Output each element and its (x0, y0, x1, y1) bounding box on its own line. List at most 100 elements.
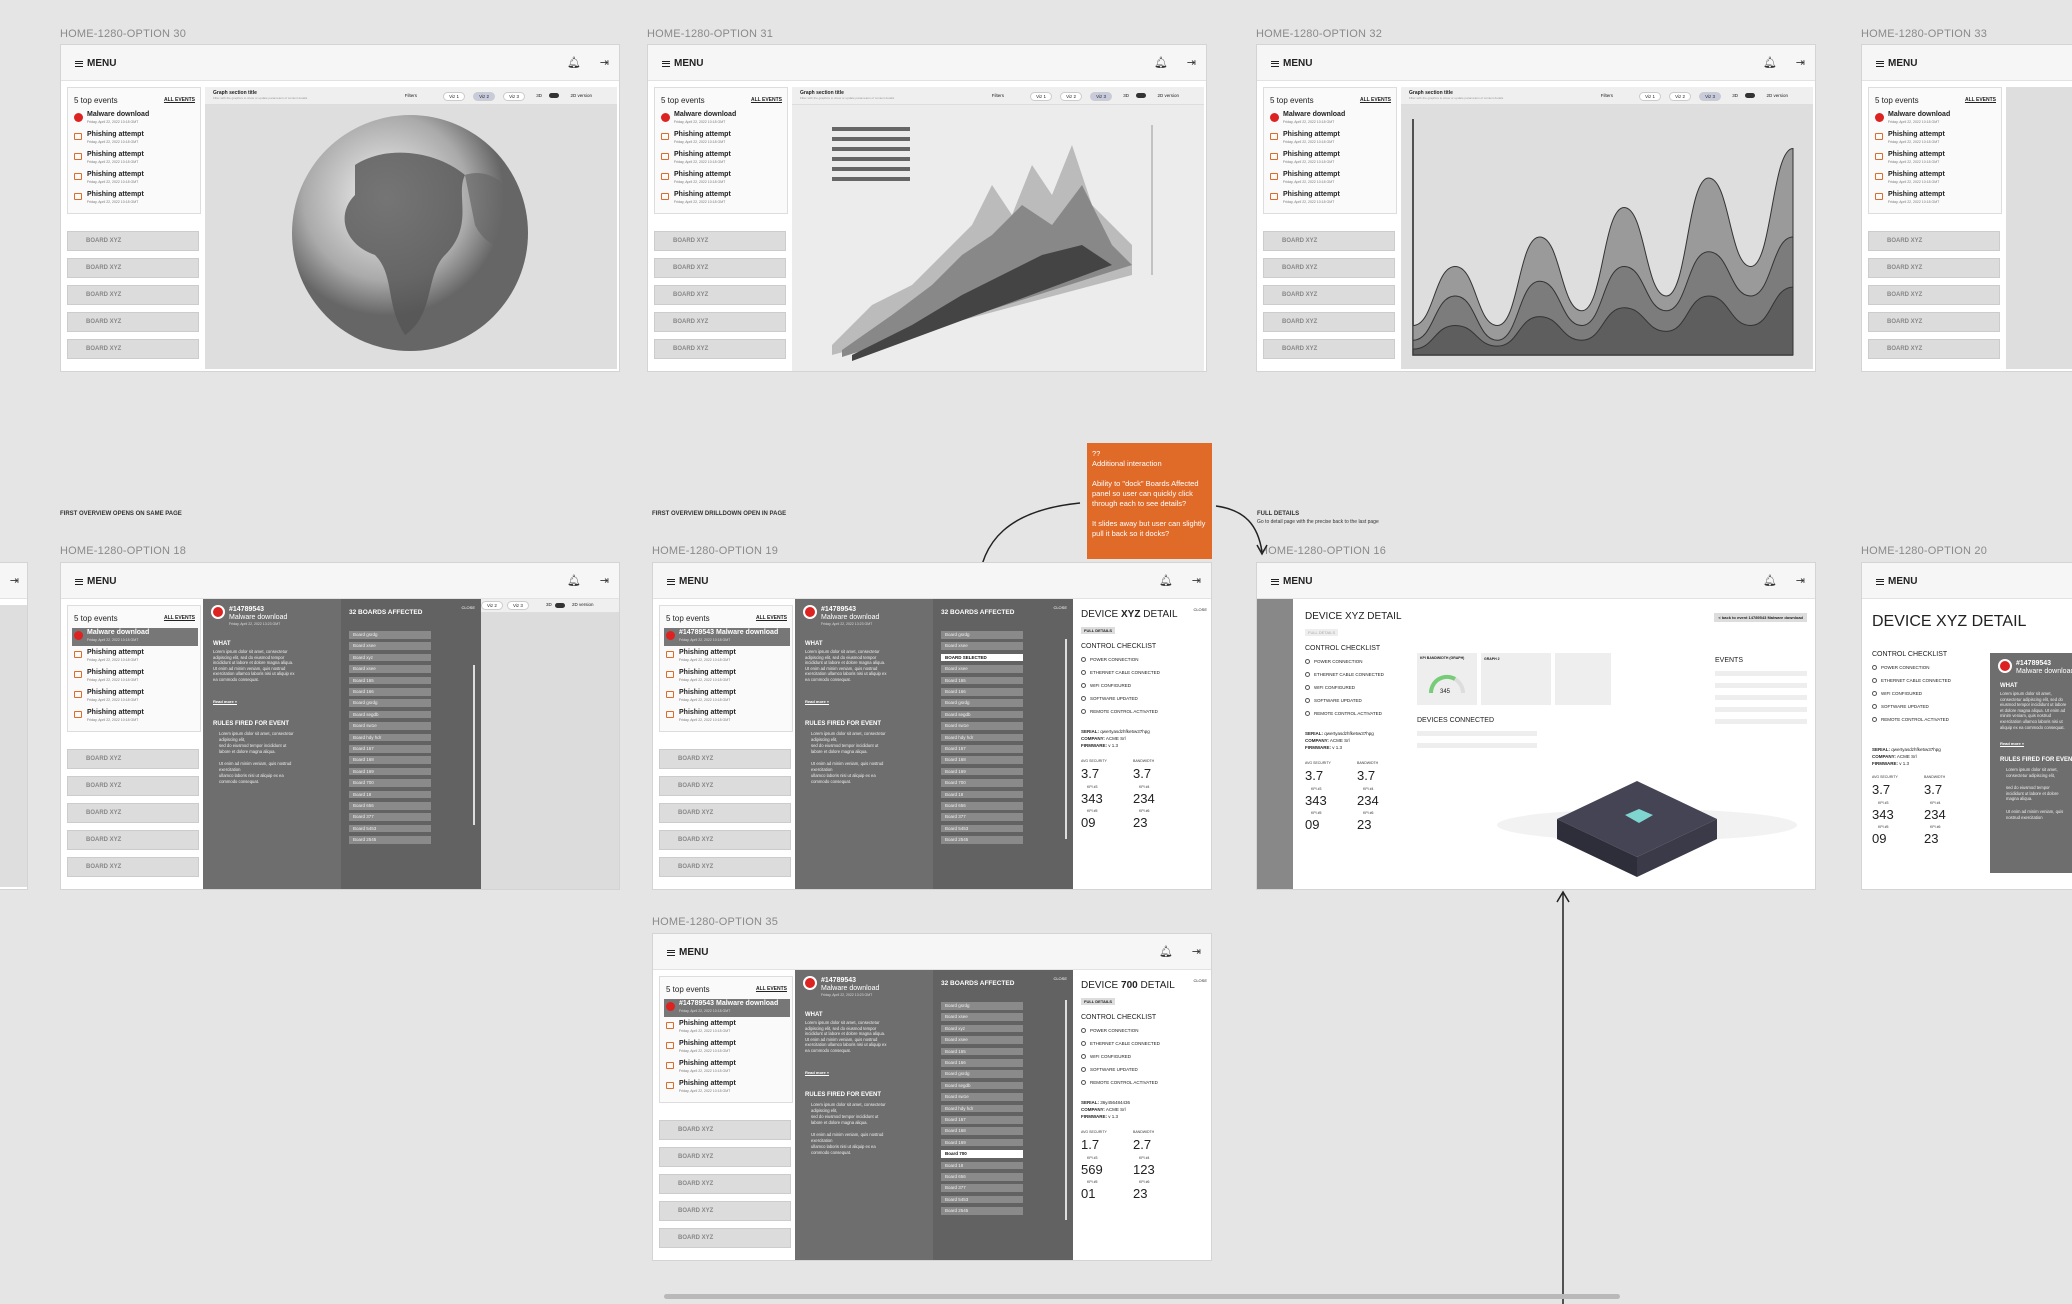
event-item[interactable]: Phishing attempt Friday, April 22, 2022 1… (664, 1079, 790, 1097)
event-item[interactable]: Phishing attempt Friday, April 22, 2022 1… (659, 150, 785, 168)
board-card[interactable]: BOARD XYZ (659, 1201, 791, 1221)
viz2-tab[interactable]: Viz 2 (473, 92, 495, 101)
read-more-link[interactable]: Read more » (805, 1070, 829, 1075)
board-list-item[interactable]: Board sw1e (941, 1093, 1023, 1101)
board-card[interactable]: BOARD XYZ (1868, 285, 2000, 305)
board-card[interactable]: BOARD XYZ (654, 312, 786, 332)
board-list-item[interactable]: Board xsee (941, 665, 1023, 673)
board-card[interactable]: BOARD XYZ (67, 339, 199, 359)
board-card[interactable]: BOARD XYZ (659, 776, 791, 796)
bell-icon[interactable]: 🔔︎ (1763, 574, 1777, 587)
board-list-item[interactable]: Board 377 (941, 813, 1023, 821)
viz3-tab[interactable]: Viz 3 (503, 92, 525, 101)
event-item-selected[interactable]: #14789543 Malware download Friday, April … (664, 999, 790, 1017)
bell-icon[interactable]: 🔔︎ (1159, 945, 1173, 958)
board-list-item[interactable]: Board hdy hdr (941, 733, 1023, 742)
3d-toggle[interactable] (1745, 93, 1755, 98)
logout-icon[interactable]: ⇥ (600, 56, 609, 69)
event-item[interactable]: Phishing attempt Friday, April 22, 2022 1… (72, 190, 198, 208)
viz1-tab[interactable]: Viz 1 (1639, 92, 1661, 101)
board-list-item[interactable]: Board 18 (941, 1161, 1023, 1170)
board-card[interactable]: BOARD XYZ (659, 803, 791, 823)
board-list-item[interactable]: Board 168 (941, 756, 1023, 764)
board-list-item[interactable]: Board 5453 (941, 824, 1023, 833)
menu-button[interactable]: MENU (667, 947, 708, 958)
board-card[interactable]: BOARD XYZ (654, 285, 786, 305)
full-details-button[interactable]: FULL DETAILS (1081, 627, 1116, 634)
event-item[interactable]: Phishing attempt Friday, April 22, 2022 1… (1268, 190, 1394, 208)
board-card[interactable]: BOARD XYZ (1263, 231, 1395, 251)
viz2-tab[interactable]: Viz 2 (1060, 92, 1082, 101)
event-item-selected[interactable]: #14789543 Malware download Friday, April … (664, 628, 790, 646)
board-card[interactable]: BOARD XYZ (654, 258, 786, 278)
board-card[interactable]: BOARD XYZ (1868, 312, 2000, 332)
board-list-item[interactable]: Board 700 (941, 1150, 1023, 1158)
board-list-item[interactable]: Board sw1e (941, 722, 1023, 730)
board-list-item[interactable]: Board xsee (349, 665, 431, 673)
viz1-tab[interactable]: Viz 1 (443, 92, 465, 101)
back-link[interactable]: < back to event 14789543 Malware downloa… (1714, 613, 1807, 622)
board-list-item[interactable]: Board 18 (349, 790, 431, 799)
all-events-link[interactable]: ALL EVENTS (756, 986, 787, 992)
board-list-item[interactable]: Board xsee (941, 642, 1023, 650)
3d-toggle[interactable] (1136, 93, 1146, 98)
board-list-item[interactable]: Board gsrdg (941, 631, 1023, 639)
scrollbar[interactable] (473, 665, 475, 825)
board-list-item[interactable]: Board 168 (349, 756, 431, 764)
event-item[interactable]: Phishing attempt Friday, April 22, 2022 1… (72, 170, 198, 188)
bell-icon[interactable]: 🔔︎ (1159, 574, 1173, 587)
close-button[interactable]: CLOSE (1193, 978, 1207, 983)
event-item[interactable]: Malware download Friday, April 22, 2022 1… (659, 110, 785, 128)
board-card[interactable]: BOARD XYZ (1868, 339, 2000, 359)
event-item[interactable]: Phishing attempt Friday, April 22, 2022 1… (664, 1059, 790, 1077)
board-list-item[interactable]: Board gsrdg (941, 699, 1023, 707)
board-card[interactable]: BOARD XYZ (659, 830, 791, 850)
board-list-item[interactable]: Board 166 (941, 1059, 1023, 1067)
board-list-item[interactable]: Board xsee (941, 1013, 1023, 1021)
board-list-item[interactable]: Board 169 (941, 1138, 1023, 1147)
all-events-link[interactable]: ALL EVENTS (751, 97, 782, 103)
close-button[interactable]: CLOSE (1193, 607, 1207, 612)
board-list-item[interactable]: Board 167 (941, 1116, 1023, 1124)
board-card[interactable]: BOARD XYZ (659, 1228, 791, 1248)
board-card[interactable]: BOARD XYZ (67, 776, 199, 796)
board-list-item[interactable]: Board 700 (941, 779, 1023, 787)
board-card[interactable]: BOARD XYZ (1263, 339, 1395, 359)
board-list-item[interactable]: Board 377 (349, 813, 431, 821)
board-list-item[interactable]: BOARD SELECTED (941, 653, 1023, 662)
bell-icon[interactable]: 🔔︎ (567, 56, 581, 69)
board-list-item[interactable]: Board segdb (349, 710, 431, 719)
all-events-link[interactable]: ALL EVENTS (1360, 97, 1391, 103)
board-list-item[interactable]: Board 169 (941, 767, 1023, 776)
board-list-item[interactable]: Board hdy hdr (349, 733, 431, 742)
board-list-item[interactable]: Board 377 (941, 1184, 1023, 1192)
event-item[interactable]: Phishing attempt Friday, April 22, 2022 1… (664, 648, 790, 666)
logout-icon[interactable]: ⇥ (1187, 56, 1196, 69)
bell-icon[interactable]: 🔔︎ (1763, 56, 1777, 69)
all-events-link[interactable]: ALL EVENTS (1965, 97, 1996, 103)
menu-button[interactable]: MENU (1271, 58, 1312, 69)
event-item[interactable]: Phishing attempt Friday, April 22, 2022 1… (1268, 130, 1394, 148)
board-list-item[interactable]: Board segdb (941, 710, 1023, 719)
board-card[interactable]: BOARD XYZ (1263, 312, 1395, 332)
board-card[interactable]: BOARD XYZ (67, 285, 199, 305)
event-item[interactable]: Phishing attempt Friday, April 22, 2022 1… (664, 1019, 790, 1037)
scrollbar[interactable] (1065, 1000, 1067, 1220)
board-list-item[interactable]: Board 166 (941, 688, 1023, 696)
all-events-link[interactable]: ALL EVENTS (164, 97, 195, 103)
event-item[interactable]: Phishing attempt Friday, April 22, 2022 1… (1268, 150, 1394, 168)
viz2-tab[interactable]: Viz 2 (1669, 92, 1691, 101)
board-card[interactable]: BOARD XYZ (67, 749, 199, 769)
board-card[interactable]: BOARD XYZ (659, 1174, 791, 1194)
board-list-item[interactable]: Board 5453 (349, 824, 431, 833)
filters-label[interactable]: Filters (400, 92, 422, 99)
board-list-item[interactable]: Board segdb (941, 1081, 1023, 1090)
board-card[interactable]: BOARD XYZ (67, 312, 199, 332)
read-more-link[interactable]: Read more » (213, 699, 237, 704)
board-card[interactable]: BOARD XYZ (659, 1120, 791, 1140)
logout-icon[interactable]: ⇥ (1192, 574, 1201, 587)
logout-icon[interactable]: ⇥ (1796, 56, 1805, 69)
event-item[interactable]: Phishing attempt Friday, April 22, 2022 1… (664, 708, 790, 726)
event-item[interactable]: Phishing attempt Friday, April 22, 2022 1… (72, 130, 198, 148)
canvas-scrollbar[interactable] (664, 1294, 1620, 1299)
